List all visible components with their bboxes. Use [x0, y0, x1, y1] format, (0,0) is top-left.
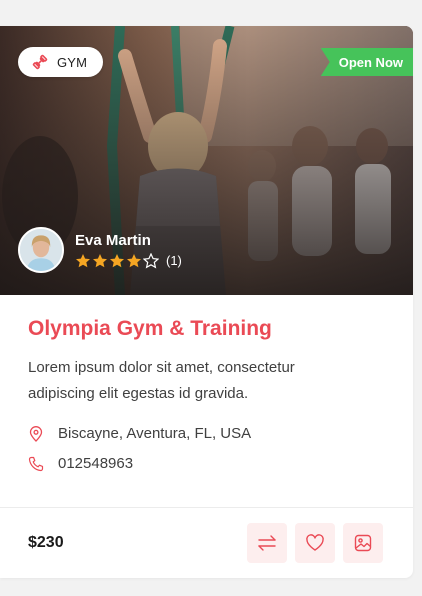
compare-button[interactable] [247, 523, 287, 563]
price: $230 [28, 534, 64, 551]
star-filled-icon [93, 253, 107, 267]
listing-body: Olympia Gym & Training Lorem ipsum dolor… [0, 295, 413, 472]
star-empty-icon [143, 252, 159, 268]
rating: (1) [75, 252, 182, 269]
phone-row: 012548963 [28, 455, 385, 472]
listing-photo[interactable]: GYM Open Now Eva Martin (1) [0, 26, 413, 295]
star-filled-icon [76, 253, 90, 267]
phone-text[interactable]: 012548963 [58, 455, 133, 472]
gallery-icon [354, 534, 372, 552]
dumbbell-icon [32, 54, 48, 70]
favorite-button[interactable] [295, 523, 335, 563]
rating-count: (1) [166, 253, 182, 268]
avatar[interactable] [18, 227, 64, 273]
address-text: Biscayne, Aventura, FL, USA [58, 425, 252, 442]
category-label: GYM [57, 54, 88, 70]
card-footer: $230 [0, 508, 413, 578]
listing-card[interactable]: GYM Open Now Eva Martin (1) Olympia Gym … [0, 26, 413, 578]
listing-description: Lorem ipsum dolor sit amet, consectetur … [28, 359, 295, 402]
compare-arrows-icon [258, 535, 276, 551]
location-pin-icon [29, 425, 43, 442]
category-badge[interactable]: GYM [18, 47, 104, 77]
status-badge: Open Now [320, 48, 413, 76]
address-row: Biscayne, Aventura, FL, USA [28, 425, 385, 442]
phone-icon [28, 456, 44, 471]
gallery-button[interactable] [343, 523, 383, 563]
author-name[interactable]: Eva Martin [75, 232, 182, 249]
listing-title[interactable]: Olympia Gym & Training [28, 317, 385, 341]
heart-icon [306, 534, 324, 551]
star-filled-icon [127, 253, 141, 267]
star-filled-icon [110, 253, 124, 267]
author-block[interactable]: Eva Martin (1) [18, 227, 182, 273]
